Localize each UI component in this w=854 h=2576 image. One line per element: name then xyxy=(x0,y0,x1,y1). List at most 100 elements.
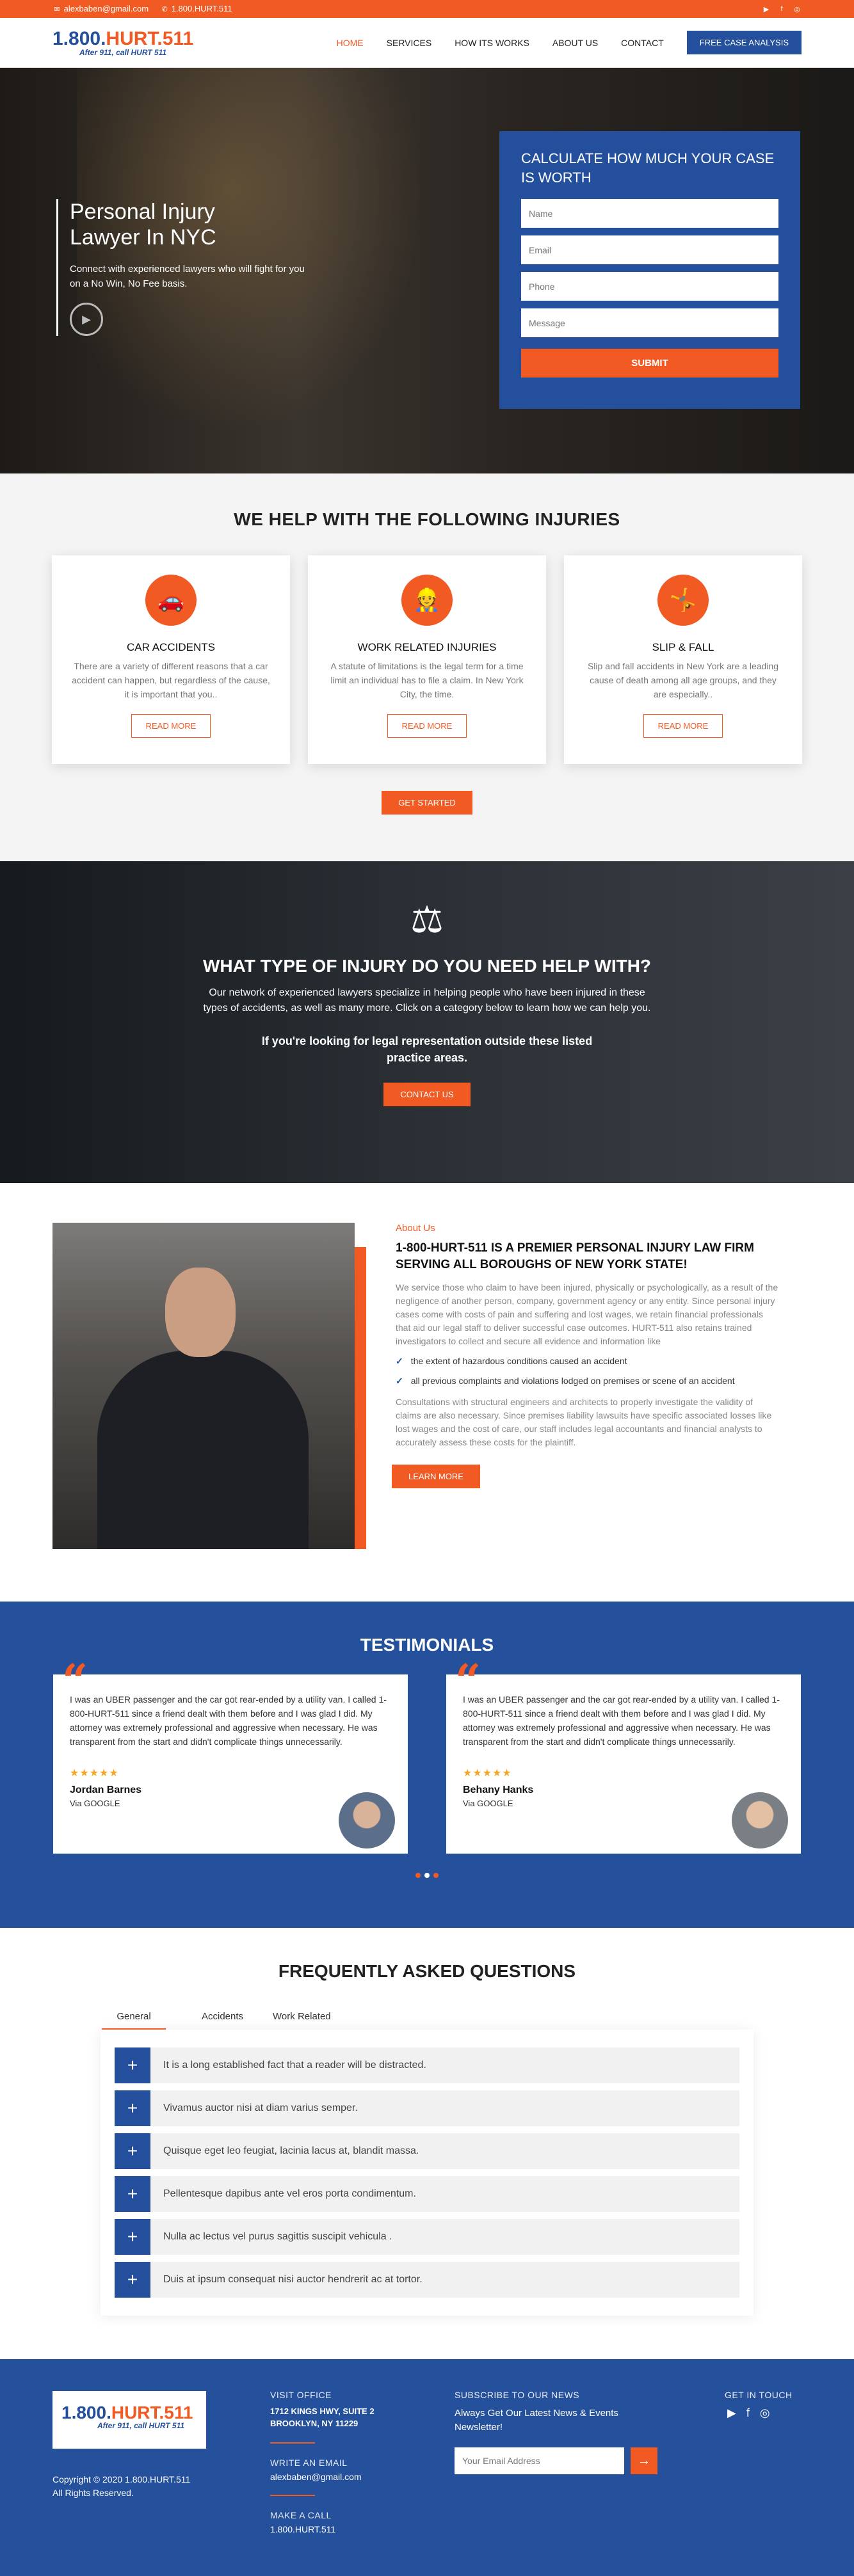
instagram-icon[interactable]: ◎ xyxy=(793,4,802,13)
phone-field[interactable] xyxy=(521,272,778,301)
faq-item[interactable]: + Vivamus auctor nisi at diam varius semp… xyxy=(115,2090,739,2126)
card-title: CAR ACCIDENTS xyxy=(127,641,215,653)
carousel-dot[interactable] xyxy=(424,1873,430,1878)
nav-contact[interactable]: CONTACT xyxy=(621,38,664,48)
copyright-line1: Copyright © 2020 1.800.HURT.511 xyxy=(52,2474,191,2485)
read-more-button[interactable]: READ MORE xyxy=(643,714,723,738)
get-in-touch-title: GET IN TOUCH xyxy=(725,2390,793,2400)
free-case-analysis-button[interactable]: FREE CASE ANALYSIS xyxy=(686,31,802,54)
card-text: Slip and fall accidents in New York are … xyxy=(587,661,779,699)
footer-subscribe: SUBSCRIBE TO OUR NEWS Always Get Our Lat… xyxy=(455,2390,659,2474)
quote-icon: “ xyxy=(455,1654,481,1707)
site-header: 1.800.HURT.511 After 911, call HURT 511 … xyxy=(0,18,854,68)
faq-item[interactable]: + Nulla ac lectus vel purus sagittis susc… xyxy=(115,2219,739,2255)
carousel-dot[interactable] xyxy=(433,1873,439,1878)
footer-logo[interactable]: 1.800.HURT.511 After 911, call HURT 511 xyxy=(52,2391,206,2449)
newsletter-email-input[interactable] xyxy=(455,2447,624,2474)
faq-question: Nulla ac lectus vel purus sagittis susci… xyxy=(163,2231,392,2242)
youtube-icon[interactable]: ▶ xyxy=(727,2406,736,2420)
nav-services[interactable]: SERVICES xyxy=(387,38,432,48)
about-paragraph-2: Consultations with structural engineers … xyxy=(396,1397,772,1447)
testimonial-text: I was an UBER passenger and the car got … xyxy=(463,1694,780,1747)
plus-icon: + xyxy=(115,2133,150,2169)
faq-title: FREQUENTLY ASKED QUESTIONS xyxy=(278,1961,576,1981)
avatar xyxy=(339,1792,395,1849)
address-line1: 1712 KINGS HWY, SUITE 2 xyxy=(270,2406,375,2416)
logo-name: HURT.511 xyxy=(111,2403,193,2422)
contact-us-button[interactable]: CONTACT US xyxy=(383,1083,471,1106)
facebook-icon[interactable]: f xyxy=(777,4,786,13)
footer-email[interactable]: alexbaben@gmail.com xyxy=(270,2472,375,2482)
nav-home[interactable]: HOME xyxy=(337,38,364,48)
check-icon: ✓ xyxy=(396,1356,403,1366)
youtube-icon[interactable]: ▶ xyxy=(762,4,771,13)
testimonial-card: “ I was an UBER passenger and the car go… xyxy=(446,1658,801,1854)
visit-title: VISIT OFFICE xyxy=(270,2390,332,2400)
faq-question: Duis at ipsum consequat nisi auctor hend… xyxy=(163,2274,423,2285)
main-nav: HOME SERVICES HOW ITS WORKS ABOUT US CON… xyxy=(337,31,802,54)
play-video-button[interactable]: ▶ xyxy=(70,303,103,336)
hero-subtitle: Connect with experienced lawyers who wil… xyxy=(70,264,305,289)
plus-icon: + xyxy=(115,2047,150,2083)
rating-stars: ★★★★★ xyxy=(70,1768,119,1779)
logo-tagline: After 911, call HURT 511 xyxy=(79,47,167,57)
carousel-dot[interactable] xyxy=(415,1873,421,1878)
arrow-right-icon: → xyxy=(638,2453,650,2468)
faq-item[interactable]: + Duis at ipsum consequat nisi auctor hen… xyxy=(115,2262,739,2298)
faq-item[interactable]: + Quisque eget leo feugiat, lacinia lacus… xyxy=(115,2133,739,2169)
car-icon: 🚗 xyxy=(145,575,197,626)
check-item: ✓ all previous complaints and violations … xyxy=(396,1374,780,1388)
facebook-icon[interactable]: f xyxy=(746,2406,750,2420)
site-footer: 1.800.HURT.511 After 911, call HURT 511 … xyxy=(0,2359,854,2576)
faq-question: Pellentesque dapibus ante vel eros porta… xyxy=(163,2188,416,2199)
card-title: SLIP & FALL xyxy=(652,641,714,653)
subscribe-button[interactable]: → xyxy=(631,2447,657,2474)
email-link[interactable]: ✉ alexbaben@gmail.com xyxy=(52,4,149,14)
get-started-button[interactable]: GET STARTED xyxy=(382,791,472,815)
logo-tagline: After 911, call HURT 511 xyxy=(97,2421,185,2430)
card-title: WORK RELATED INJURIES xyxy=(357,641,497,653)
hero-title-line1: Personal Injury xyxy=(70,200,215,224)
divider xyxy=(270,2495,315,2496)
nav-about[interactable]: ABOUT US xyxy=(552,38,598,48)
message-field[interactable] xyxy=(521,308,778,337)
help-section: ⚖ WHAT TYPE OF INJURY DO YOU NEED HELP W… xyxy=(0,861,854,1183)
tab-work-related[interactable]: Work Related xyxy=(269,2005,335,2030)
faq-list: + It is a long established fact that a re… xyxy=(101,2030,753,2316)
lawyer-photo xyxy=(52,1223,355,1549)
address-line2: BROOKLYN, NY 11229 xyxy=(270,2419,359,2428)
read-more-button[interactable]: READ MORE xyxy=(387,714,467,738)
phone-link[interactable]: ✆ 1.800.HURT.511 xyxy=(160,4,232,14)
name-field[interactable] xyxy=(521,199,778,228)
injury-card-work: 👷 WORK RELATED INJURIES A statute of lim… xyxy=(308,555,546,764)
testimonials-title: TESTIMONIALS xyxy=(360,1635,494,1655)
faq-item[interactable]: + It is a long established fact that a re… xyxy=(115,2047,739,2083)
footer-social: GET IN TOUCH ▶ f ◎ xyxy=(725,2390,793,2420)
hero-section: Personal Injury Lawyer In NYC Connect wit… xyxy=(0,68,854,473)
form-title: CALCULATE HOW MUCH YOUR CASE IS WORTH xyxy=(521,150,775,186)
rating-stars: ★★★★★ xyxy=(463,1768,512,1779)
tab-accidents[interactable]: Accidents xyxy=(198,2005,247,2030)
play-icon: ▶ xyxy=(82,312,91,326)
instagram-icon[interactable]: ◎ xyxy=(760,2406,770,2420)
topbar-email: alexbaben@gmail.com xyxy=(63,4,149,14)
learn-more-button[interactable]: LEARN MORE xyxy=(392,1465,480,1488)
faq-item[interactable]: + Pellentesque dapibus ante vel eros port… xyxy=(115,2176,739,2212)
plus-icon: + xyxy=(115,2219,150,2255)
scales-icon: ⚖ xyxy=(410,899,444,941)
card-text: A statute of limitations is the legal te… xyxy=(330,661,524,699)
nav-how-it-works[interactable]: HOW ITS WORKS xyxy=(455,38,529,48)
injuries-section: WE HELP WITH THE FOLLOWING INJURIES 🚗 CA… xyxy=(0,473,854,861)
logo-prefix: 1.800. xyxy=(61,2403,111,2422)
footer-phone[interactable]: 1.800.HURT.511 xyxy=(270,2524,375,2534)
logo[interactable]: 1.800.HURT.511 After 911, call HURT 511 xyxy=(52,29,193,56)
testimonial-text: I was an UBER passenger and the car got … xyxy=(70,1694,387,1747)
testimonials-section: TESTIMONIALS “ I was an UBER passenger a… xyxy=(0,1602,854,1928)
email-field[interactable] xyxy=(521,235,778,264)
submit-button[interactable]: SUBMIT xyxy=(521,349,778,378)
about-title: 1-800-HURT-511 IS A PREMIER PERSONAL INJ… xyxy=(396,1241,754,1271)
tab-general[interactable]: General xyxy=(102,2005,166,2030)
read-more-button[interactable]: READ MORE xyxy=(131,714,211,738)
email-title: WRITE AN EMAIL xyxy=(270,2458,348,2468)
faq-question: It is a long established fact that a rea… xyxy=(163,2060,426,2071)
